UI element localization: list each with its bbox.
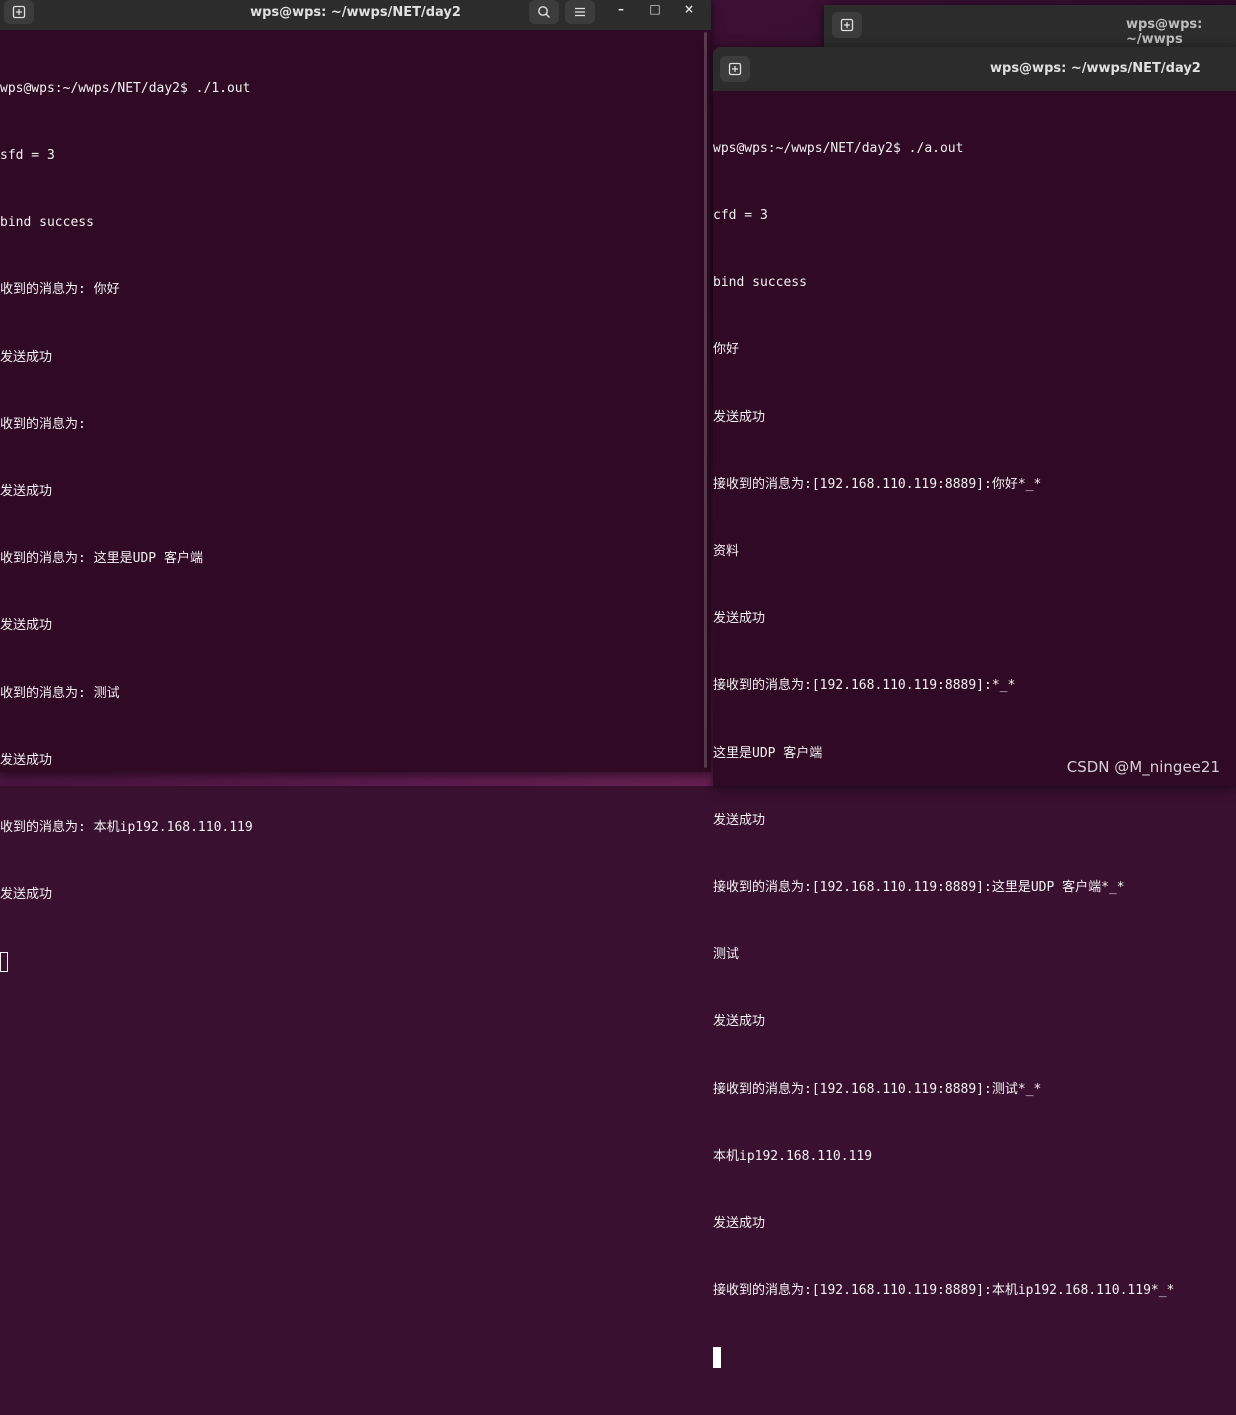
- terminal-line: 接收到的消息为:[192.168.110.119:8889]:本机ip192.1…: [713, 1283, 1175, 1299]
- right-window-titlebar[interactable]: wps@wps: ~/wwps/NET/day2: [713, 47, 1236, 91]
- terminal-cursor-line: [0, 951, 711, 973]
- new-tab-icon: [12, 5, 26, 19]
- new-tab-button[interactable]: [832, 12, 862, 38]
- terminal-line: 发送成功: [0, 618, 53, 634]
- new-tab-icon: [728, 62, 742, 76]
- terminal-line: cfd = 3: [713, 208, 768, 224]
- terminal-line: 接收到的消息为:[192.168.110.119:8889]:测试*_*: [713, 1081, 1042, 1097]
- hamburger-menu-icon: [575, 7, 585, 17]
- left-window-title: wps@wps: ~/wwps/NET/day2: [250, 4, 461, 20]
- terminal-line: bind success: [713, 275, 807, 291]
- new-tab-button[interactable]: [720, 56, 750, 82]
- terminal-line: wps@wps:~/wwps/NET/day2$ ./1.out: [0, 80, 251, 96]
- watermark: CSDN @M_ningee21: [1066, 758, 1220, 776]
- terminal-line: 接收到的消息为:[192.168.110.119:8889]:这里是UDP 客户…: [713, 880, 1125, 896]
- terminal-line: 发送成功: [713, 812, 766, 828]
- terminal-line: 发送成功: [713, 1216, 766, 1232]
- close-icon: ×: [683, 2, 695, 16]
- terminal-line: sfd = 3: [0, 148, 55, 164]
- right-terminal-output[interactable]: wps@wps:~/wwps/NET/day2$ ./a.out cfd = 3…: [713, 93, 1236, 1369]
- terminal-line: 你好: [713, 342, 740, 358]
- terminal-line: 发送成功: [713, 611, 766, 627]
- terminal-line: 收到的消息为: 这里是UDP 客户端: [0, 551, 203, 567]
- terminal-line: 发送成功: [0, 484, 53, 500]
- maximize-button[interactable]: □: [644, 0, 666, 20]
- terminal-line: 发送成功: [713, 1014, 766, 1030]
- minimize-button[interactable]: –: [610, 0, 632, 20]
- terminal-line: 测试: [713, 947, 740, 963]
- terminal-line: 发送成功: [0, 349, 53, 365]
- terminal-line: 收到的消息为: 你好: [0, 282, 120, 298]
- terminal-line: 接收到的消息为:[192.168.110.119:8889]:你好*_*: [713, 476, 1042, 492]
- terminal-line: 收到的消息为: 测试: [0, 685, 120, 701]
- right-window-title: wps@wps: ~/wwps/NET/day2: [990, 61, 1201, 76]
- right-terminal-window[interactable]: wps@wps: ~/wwps/NET/day2 wps@wps:~/wwps/…: [713, 47, 1236, 1369]
- maximize-icon: □: [649, 2, 661, 16]
- terminal-cursor: [0, 952, 8, 973]
- terminal-line: bind success: [0, 215, 94, 231]
- terminal-line: wps@wps:~/wwps/NET/day2$ ./a.out: [713, 140, 964, 156]
- terminal-line: 接收到的消息为:[192.168.110.119:8889]:*_*: [713, 678, 1016, 694]
- minimize-icon: –: [618, 2, 624, 16]
- terminal-cursor: [713, 1347, 721, 1369]
- search-button[interactable]: [529, 0, 559, 24]
- menu-button[interactable]: [565, 0, 595, 24]
- new-tab-icon: [840, 18, 854, 32]
- back-window-title: wps@wps: ~/wwps: [1126, 17, 1203, 47]
- terminal-line: 发送成功: [0, 887, 53, 903]
- terminal-line: 资料: [713, 544, 740, 560]
- left-scrollbar[interactable]: [704, 32, 707, 768]
- terminal-line: 本机ip192.168.110.119: [713, 1148, 873, 1164]
- left-terminal-output[interactable]: wps@wps:~/wwps/NET/day2$ ./1.out sfd = 3…: [0, 33, 711, 973]
- back-window-titlebar[interactable]: wps@wps: ~/wwps: [824, 5, 1236, 47]
- search-icon: [538, 6, 550, 18]
- close-button[interactable]: ×: [678, 0, 700, 20]
- terminal-line: 收到的消息为:: [0, 416, 86, 432]
- new-tab-button[interactable]: [4, 0, 34, 24]
- terminal-line: 收到的消息为: 本机ip192.168.110.119: [0, 820, 253, 836]
- left-terminal-window[interactable]: wps@wps: ~/wwps/NET/day2 – □ × wps@wps:~…: [0, 0, 711, 973]
- terminal-line: 发送成功: [0, 752, 53, 768]
- terminal-line: 发送成功: [713, 409, 766, 425]
- terminal-cursor-line: [713, 1347, 1236, 1369]
- left-window-titlebar[interactable]: wps@wps: ~/wwps/NET/day2 – □ ×: [0, 0, 711, 30]
